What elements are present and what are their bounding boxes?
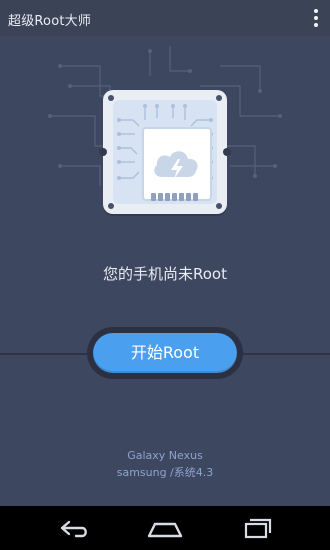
app-bar: 超级Root大师 [0, 0, 330, 36]
root-status-text: 您的手机尚未Root [103, 265, 227, 283]
back-icon[interactable] [52, 514, 96, 542]
chip-illustration [99, 90, 231, 214]
root-master-screen: 超级Root大师 您的手机尚未Root 开始Root Galaxy Nexus … [0, 0, 330, 550]
chip-notch [223, 148, 231, 156]
chip-screw [216, 95, 222, 101]
home-icon[interactable] [143, 514, 187, 542]
device-info: Galaxy Nexus samsung /系统4.3 [0, 447, 330, 481]
chip-pins [151, 193, 199, 201]
system-nav-bar [0, 506, 330, 550]
recents-icon[interactable] [236, 514, 280, 542]
chip-notch [99, 148, 107, 156]
chip-board [113, 100, 217, 204]
device-model: Galaxy Nexus [127, 449, 203, 462]
chip-screw [216, 203, 222, 209]
chip-icon [99, 90, 231, 214]
cloud-lightning-icon [154, 151, 198, 179]
chip-core [142, 127, 212, 201]
app-title: 超级Root大师 [8, 14, 92, 29]
device-brand-os: samsung /系统4.3 [116, 466, 214, 479]
chip-screw [108, 203, 114, 209]
start-root-button[interactable]: 开始Root [93, 333, 237, 373]
overflow-menu-icon[interactable] [312, 9, 320, 27]
chip-screw [108, 95, 114, 101]
